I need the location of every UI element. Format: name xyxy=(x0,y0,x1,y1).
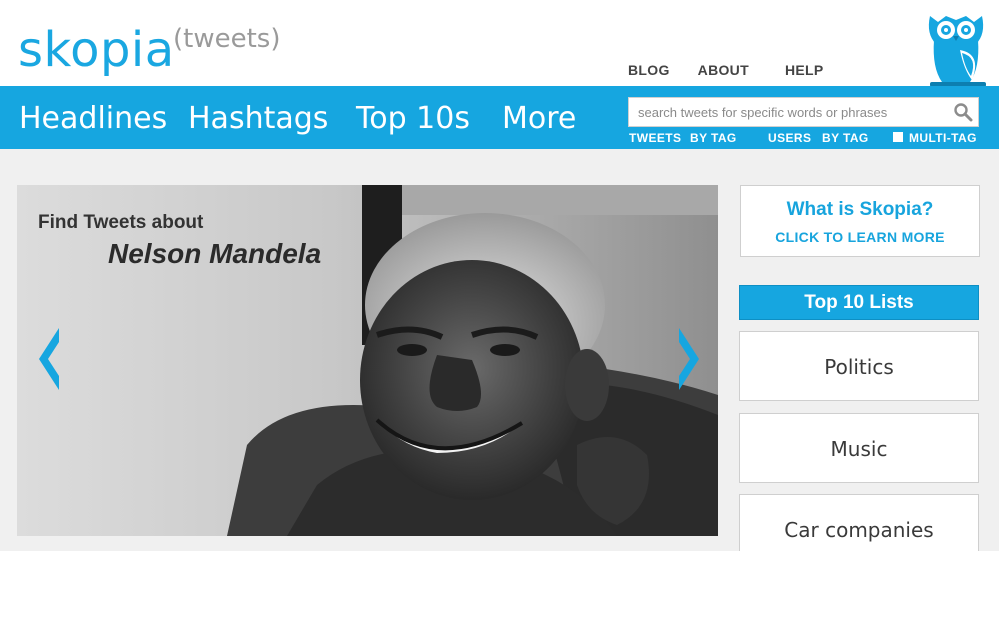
top10-title: Top 10 Lists xyxy=(804,292,914,313)
chevron-right-icon[interactable] xyxy=(675,328,701,390)
nav-headlines[interactable]: Headlines xyxy=(19,101,167,136)
main-nav: Headlines Hashtags Top 10s More TWEETS B… xyxy=(0,86,999,149)
list-item-label: Car companies xyxy=(784,518,934,542)
search-button[interactable] xyxy=(948,98,978,126)
option-multi-tag[interactable]: MULTI-TAG xyxy=(909,131,977,145)
site-header: skopia (tweets) BLOG ABOUT HELP xyxy=(0,0,999,87)
option-users-by-tag[interactable]: BY TAG xyxy=(822,131,869,145)
list-item-label: Politics xyxy=(824,355,894,379)
about-title: What is Skopia? xyxy=(786,199,934,220)
search-input[interactable] xyxy=(629,98,949,126)
help-link[interactable]: HELP xyxy=(785,62,824,78)
blog-link[interactable]: BLOG xyxy=(628,62,670,78)
learn-more-link[interactable]: CLICK TO LEARN MORE xyxy=(741,229,979,245)
logo-suffix: (tweets) xyxy=(173,24,281,54)
option-tweets[interactable]: TWEETS xyxy=(629,131,681,145)
top10-item-music[interactable]: Music xyxy=(739,413,979,483)
content-area: Find Tweets about Nelson Mandela What is… xyxy=(0,149,999,551)
top-links: BLOG ABOUT HELP xyxy=(628,62,823,78)
hero-subject[interactable]: Nelson Mandela xyxy=(108,238,321,270)
search-options: TWEETS BY TAG USERS BY TAG MULTI-TAG xyxy=(629,131,989,145)
search-box xyxy=(628,97,979,127)
top10-item-politics[interactable]: Politics xyxy=(739,331,979,401)
multi-tag-checkbox[interactable] xyxy=(893,132,903,142)
list-item-label: Music xyxy=(830,437,888,461)
option-tweets-by-tag[interactable]: BY TAG xyxy=(690,131,737,145)
search-icon xyxy=(954,103,973,122)
hero-kicker: Find Tweets about xyxy=(38,212,204,233)
nav-top10s[interactable]: Top 10s xyxy=(356,101,470,136)
owl-icon xyxy=(928,16,986,87)
about-link[interactable]: ABOUT xyxy=(698,62,749,78)
hero-slider[interactable]: Find Tweets about Nelson Mandela xyxy=(17,185,718,536)
option-users[interactable]: USERS xyxy=(768,131,811,145)
top10-header: Top 10 Lists xyxy=(739,285,979,320)
what-is-skopia-card[interactable]: What is Skopia? CLICK TO LEARN MORE xyxy=(740,185,980,257)
nav-hashtags[interactable]: Hashtags xyxy=(188,101,328,136)
nav-more[interactable]: More xyxy=(502,101,576,136)
logo-wordmark: skopia xyxy=(18,22,175,78)
chevron-left-icon[interactable] xyxy=(37,328,63,390)
top10-item-car-companies[interactable]: Car companies xyxy=(739,494,979,551)
